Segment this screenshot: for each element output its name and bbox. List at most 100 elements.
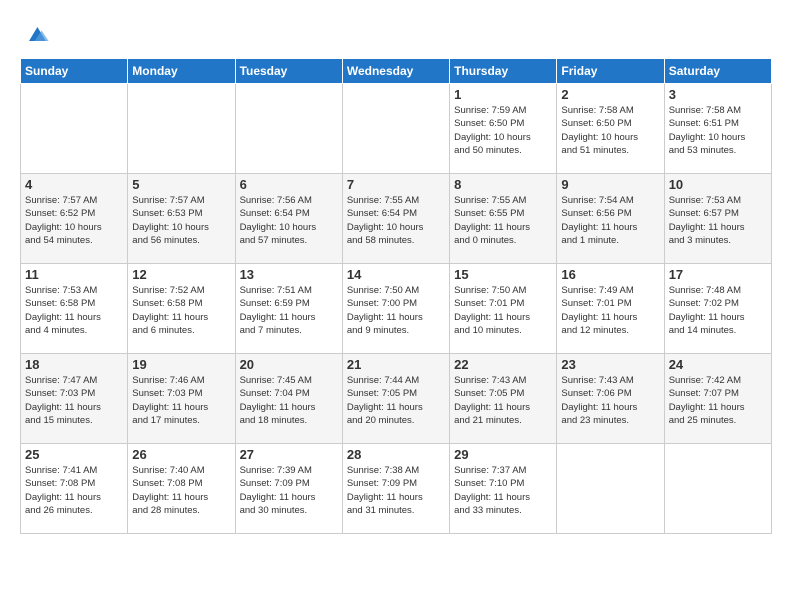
calendar-cell: 12Sunrise: 7:52 AM Sunset: 6:58 PM Dayli… (128, 264, 235, 354)
calendar-cell (21, 84, 128, 174)
day-number: 18 (25, 357, 123, 372)
day-info: Sunrise: 7:50 AM Sunset: 7:00 PM Dayligh… (347, 284, 445, 337)
calendar-cell: 9Sunrise: 7:54 AM Sunset: 6:56 PM Daylig… (557, 174, 664, 264)
day-info: Sunrise: 7:43 AM Sunset: 7:06 PM Dayligh… (561, 374, 659, 427)
day-number: 24 (669, 357, 767, 372)
day-info: Sunrise: 7:58 AM Sunset: 6:50 PM Dayligh… (561, 104, 659, 157)
weekday-header-tuesday: Tuesday (235, 59, 342, 84)
day-info: Sunrise: 7:51 AM Sunset: 6:59 PM Dayligh… (240, 284, 338, 337)
calendar-cell: 25Sunrise: 7:41 AM Sunset: 7:08 PM Dayli… (21, 444, 128, 534)
weekday-header-saturday: Saturday (664, 59, 771, 84)
day-number: 29 (454, 447, 552, 462)
page-header (20, 20, 772, 48)
day-info: Sunrise: 7:41 AM Sunset: 7:08 PM Dayligh… (25, 464, 123, 517)
calendar-week-5: 25Sunrise: 7:41 AM Sunset: 7:08 PM Dayli… (21, 444, 772, 534)
calendar-cell: 15 Sunrise: 7:50 AM Sunset: 7:01 PM Dayli… (450, 264, 557, 354)
calendar-cell: 20Sunrise: 7:45 AM Sunset: 7:04 PM Dayli… (235, 354, 342, 444)
day-number: 1 (454, 87, 552, 102)
weekday-header-friday: Friday (557, 59, 664, 84)
calendar-cell: 27Sunrise: 7:39 AM Sunset: 7:09 PM Dayli… (235, 444, 342, 534)
day-info: Sunrise: 7:57 AM Sunset: 6:52 PM Dayligh… (25, 194, 123, 247)
calendar-cell: 1 Sunrise: 7:59 AM Sunset: 6:50 PM Daylig… (450, 84, 557, 174)
day-info: Sunrise: 7:48 AM Sunset: 7:02 PM Dayligh… (669, 284, 767, 337)
day-number: 19 (132, 357, 230, 372)
day-info: Sunrise: 7:40 AM Sunset: 7:08 PM Dayligh… (132, 464, 230, 517)
day-number: 27 (240, 447, 338, 462)
calendar-week-3: 11 Sunrise: 7:53 AM Sunset: 6:58 PM Dayli… (21, 264, 772, 354)
day-info: Sunrise: 7:53 AM Sunset: 6:58 PM Dayligh… (25, 284, 123, 337)
calendar-cell: 23 Sunrise: 7:43 AM Sunset: 7:06 PM Dayli… (557, 354, 664, 444)
calendar-cell: 29Sunrise: 7:37 AM Sunset: 7:10 PM Dayli… (450, 444, 557, 534)
calendar-cell: 21 Sunrise: 7:44 AM Sunset: 7:05 PM Dayli… (342, 354, 449, 444)
day-info: Sunrise: 7:58 AM Sunset: 6:51 PM Dayligh… (669, 104, 767, 157)
day-number: 5 (132, 177, 230, 192)
calendar-cell: 6 Sunrise: 7:56 AM Sunset: 6:54 PM Daylig… (235, 174, 342, 264)
weekday-header-sunday: Sunday (21, 59, 128, 84)
calendar-cell: 11 Sunrise: 7:53 AM Sunset: 6:58 PM Dayli… (21, 264, 128, 354)
day-number: 14 (347, 267, 445, 282)
calendar-cell: 2Sunrise: 7:58 AM Sunset: 6:50 PM Daylig… (557, 84, 664, 174)
day-number: 9 (561, 177, 659, 192)
calendar-week-4: 18 Sunrise: 7:47 AM Sunset: 7:03 PM Dayli… (21, 354, 772, 444)
day-number: 6 (240, 177, 338, 192)
calendar-cell: 3 Sunrise: 7:58 AM Sunset: 6:51 PM Daylig… (664, 84, 771, 174)
day-number: 8 (454, 177, 552, 192)
day-info: Sunrise: 7:49 AM Sunset: 7:01 PM Dayligh… (561, 284, 659, 337)
day-number: 15 (454, 267, 552, 282)
day-number: 17 (669, 267, 767, 282)
day-number: 10 (669, 177, 767, 192)
day-number: 4 (25, 177, 123, 192)
day-info: Sunrise: 7:45 AM Sunset: 7:04 PM Dayligh… (240, 374, 338, 427)
day-number: 13 (240, 267, 338, 282)
day-info: Sunrise: 7:43 AM Sunset: 7:05 PM Dayligh… (454, 374, 552, 427)
calendar-cell: 5 Sunrise: 7:57 AM Sunset: 6:53 PM Daylig… (128, 174, 235, 264)
calendar-cell: 19 Sunrise: 7:46 AM Sunset: 7:03 PM Dayli… (128, 354, 235, 444)
calendar-cell: 13 Sunrise: 7:51 AM Sunset: 6:59 PM Dayli… (235, 264, 342, 354)
calendar-cell: 17 Sunrise: 7:48 AM Sunset: 7:02 PM Dayli… (664, 264, 771, 354)
calendar-cell (342, 84, 449, 174)
day-number: 7 (347, 177, 445, 192)
calendar-header: SundayMondayTuesdayWednesdayThursdayFrid… (21, 59, 772, 84)
calendar-cell: 18 Sunrise: 7:47 AM Sunset: 7:03 PM Dayli… (21, 354, 128, 444)
calendar-body: 1 Sunrise: 7:59 AM Sunset: 6:50 PM Daylig… (21, 84, 772, 534)
day-info: Sunrise: 7:53 AM Sunset: 6:57 PM Dayligh… (669, 194, 767, 247)
day-info: Sunrise: 7:42 AM Sunset: 7:07 PM Dayligh… (669, 374, 767, 427)
calendar-cell: 22 Sunrise: 7:43 AM Sunset: 7:05 PM Dayli… (450, 354, 557, 444)
day-info: Sunrise: 7:55 AM Sunset: 6:55 PM Dayligh… (454, 194, 552, 247)
day-number: 22 (454, 357, 552, 372)
day-number: 23 (561, 357, 659, 372)
calendar-cell: 26 Sunrise: 7:40 AM Sunset: 7:08 PM Dayli… (128, 444, 235, 534)
day-info: Sunrise: 7:56 AM Sunset: 6:54 PM Dayligh… (240, 194, 338, 247)
calendar-cell: 4 Sunrise: 7:57 AM Sunset: 6:52 PM Daylig… (21, 174, 128, 264)
day-info: Sunrise: 7:44 AM Sunset: 7:05 PM Dayligh… (347, 374, 445, 427)
day-info: Sunrise: 7:38 AM Sunset: 7:09 PM Dayligh… (347, 464, 445, 517)
weekday-header-thursday: Thursday (450, 59, 557, 84)
weekday-header-monday: Monday (128, 59, 235, 84)
weekday-header-wednesday: Wednesday (342, 59, 449, 84)
day-number: 16 (561, 267, 659, 282)
day-info: Sunrise: 7:59 AM Sunset: 6:50 PM Dayligh… (454, 104, 552, 157)
day-info: Sunrise: 7:46 AM Sunset: 7:03 PM Dayligh… (132, 374, 230, 427)
day-number: 21 (347, 357, 445, 372)
logo (20, 20, 50, 48)
calendar-week-1: 1 Sunrise: 7:59 AM Sunset: 6:50 PM Daylig… (21, 84, 772, 174)
day-info: Sunrise: 7:50 AM Sunset: 7:01 PM Dayligh… (454, 284, 552, 337)
calendar-cell: 28Sunrise: 7:38 AM Sunset: 7:09 PM Dayli… (342, 444, 449, 534)
calendar-cell: 16 Sunrise: 7:49 AM Sunset: 7:01 PM Dayli… (557, 264, 664, 354)
day-info: Sunrise: 7:57 AM Sunset: 6:53 PM Dayligh… (132, 194, 230, 247)
calendar-cell (664, 444, 771, 534)
calendar-cell (235, 84, 342, 174)
day-number: 3 (669, 87, 767, 102)
calendar-table: SundayMondayTuesdayWednesdayThursdayFrid… (20, 58, 772, 534)
calendar-cell: 7 Sunrise: 7:55 AM Sunset: 6:54 PM Daylig… (342, 174, 449, 264)
calendar-cell: 14 Sunrise: 7:50 AM Sunset: 7:00 PM Dayli… (342, 264, 449, 354)
day-number: 11 (25, 267, 123, 282)
weekday-header-row: SundayMondayTuesdayWednesdayThursdayFrid… (21, 59, 772, 84)
day-number: 26 (132, 447, 230, 462)
calendar-cell: 10 Sunrise: 7:53 AM Sunset: 6:57 PM Dayli… (664, 174, 771, 264)
calendar-cell: 8 Sunrise: 7:55 AM Sunset: 6:55 PM Daylig… (450, 174, 557, 264)
day-info: Sunrise: 7:55 AM Sunset: 6:54 PM Dayligh… (347, 194, 445, 247)
calendar-cell (557, 444, 664, 534)
calendar-week-2: 4 Sunrise: 7:57 AM Sunset: 6:52 PM Daylig… (21, 174, 772, 264)
day-info: Sunrise: 7:47 AM Sunset: 7:03 PM Dayligh… (25, 374, 123, 427)
